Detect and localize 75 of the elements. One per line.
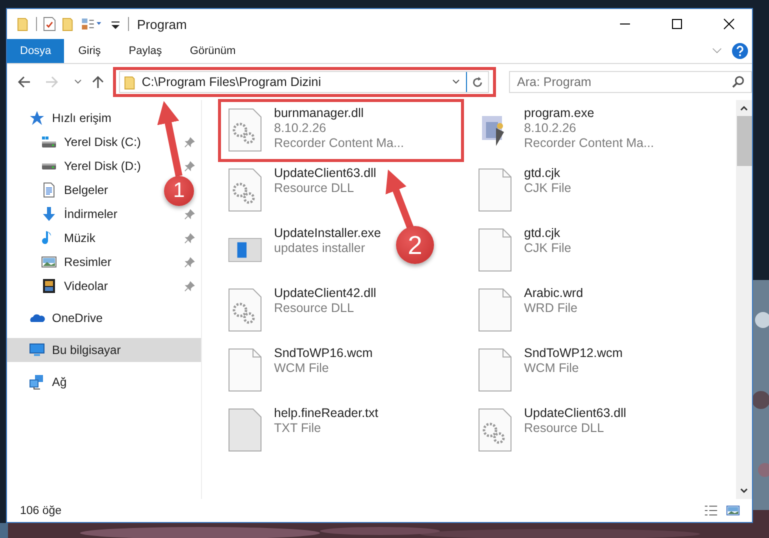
file-icon <box>228 348 262 392</box>
drive-icon <box>41 162 57 170</box>
sidebar-item[interactable]: Belgeler <box>7 178 114 202</box>
file-item[interactable]: gtd.cjk CJK File <box>472 223 576 279</box>
item-count: 106 öğe <box>20 504 62 516</box>
search-icon[interactable] <box>732 75 746 88</box>
address-bar[interactable]: C:\Program Files\Program Dizini <box>118 71 490 93</box>
recent-caret-icon[interactable] <box>72 78 83 86</box>
pin-icon[interactable] <box>184 160 195 172</box>
gears-file-icon <box>228 288 262 332</box>
network-icon <box>29 374 45 390</box>
close-icon <box>723 18 735 30</box>
pin-icon[interactable] <box>184 136 195 148</box>
search-field[interactable]: Ara: Program <box>509 71 752 93</box>
back-arrow-icon[interactable] <box>17 75 31 89</box>
sidebar-item[interactable]: Videolar <box>7 274 201 298</box>
sidebar-item[interactable]: Resimler <box>7 250 201 274</box>
gears-file-icon <box>228 168 262 212</box>
file-icon <box>478 288 512 332</box>
sidebar-item[interactable]: OneDrive <box>7 306 109 330</box>
file-item[interactable]: UpdateInstaller.exe updates installer <box>222 223 386 279</box>
file-item[interactable]: gtd.cjk CJK File <box>472 163 576 219</box>
file-icon <box>478 348 512 392</box>
pin-icon[interactable] <box>184 232 195 244</box>
sidebar-item[interactable]: Müzik <box>7 226 201 250</box>
expand-ribbon-icon[interactable] <box>712 47 722 55</box>
download-arrow-icon <box>41 206 57 222</box>
file-item[interactable]: SndToWP16.wcm WCM File <box>222 343 377 399</box>
file-item[interactable]: UpdateClient63.dll Resource DLL <box>472 403 630 459</box>
sidebar-item[interactable]: Yerel Disk (D:) <box>7 154 201 178</box>
star-icon <box>29 110 45 126</box>
ribbon-tab[interactable]: Dosya <box>7 39 64 63</box>
system-drive-icon <box>41 134 57 150</box>
scroll-thumb[interactable] <box>736 116 752 166</box>
ribbon-tab[interactable]: Paylaş <box>114 39 176 63</box>
details-view-icon[interactable] <box>704 504 718 517</box>
pin-icon[interactable] <box>184 208 195 220</box>
picture-icon <box>41 254 57 270</box>
sidebar-item[interactable]: Hızlı erişim <box>7 106 118 130</box>
monitor-icon <box>29 342 45 358</box>
file-icon <box>478 228 512 272</box>
sidebar-item[interactable]: Yerel Disk (C:) <box>7 130 201 154</box>
ribbon-tab[interactable]: Giriş <box>64 39 115 63</box>
large-icons-view-icon[interactable] <box>726 504 740 517</box>
scrollbar[interactable] <box>736 100 752 499</box>
scroll-down-icon[interactable] <box>739 487 749 495</box>
maximize-icon <box>671 18 683 30</box>
text-file-icon <box>228 408 262 452</box>
checklist-icon[interactable] <box>43 16 56 32</box>
file-item[interactable]: UpdateClient63.dll Resource DLL <box>222 163 380 219</box>
ribbon-tab[interactable]: Görünüm <box>176 39 250 63</box>
file-item[interactable]: UpdateClient42.dll Resource DLL <box>222 283 380 339</box>
sidebar-item[interactable]: Ağ <box>7 370 73 394</box>
document-icon <box>41 182 57 198</box>
file-item[interactable]: burnmanager.dll 8.10.2.26 Recorder Content Ma... <box>222 103 408 159</box>
dropdown-caret-icon[interactable] <box>451 78 462 86</box>
pin-icon[interactable] <box>184 256 195 268</box>
folder-icon <box>124 74 137 90</box>
file-item[interactable]: Arabic.wrd WRD File <box>472 283 588 339</box>
minimize-icon <box>619 23 631 25</box>
properties-icon[interactable] <box>81 16 103 32</box>
refresh-icon <box>471 76 484 88</box>
file-icon <box>478 168 512 212</box>
window-title: Program <box>137 16 187 32</box>
help-icon[interactable] <box>732 43 748 59</box>
file-item[interactable]: help.fineReader.txt TXT File <box>222 403 382 459</box>
gears-file-icon <box>228 108 262 152</box>
scroll-up-icon[interactable] <box>739 104 749 112</box>
gears-file-icon <box>478 408 512 452</box>
up-arrow-icon[interactable] <box>90 75 105 89</box>
sidebar-item[interactable]: Bu bilgisayar <box>7 338 201 362</box>
pin-icon[interactable] <box>184 280 195 292</box>
file-item[interactable]: SndToWP12.wcm WCM File <box>472 343 627 399</box>
file-item[interactable]: program.exe 8.10.2.26 Recorder Content Ma... <box>472 103 658 159</box>
film-icon <box>41 278 57 294</box>
